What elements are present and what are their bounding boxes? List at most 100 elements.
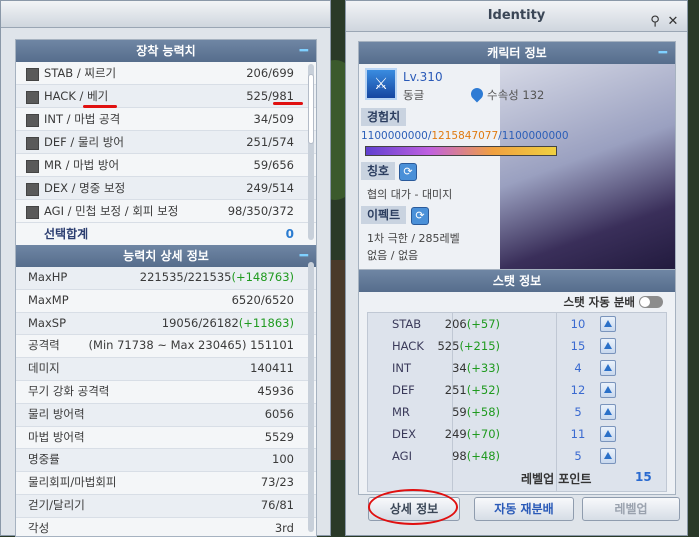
stat-row-def: DEF 251(+52) 12 bbox=[368, 379, 668, 401]
equip-stat-row: HACK / 베기 525/981 bbox=[16, 85, 316, 108]
stat-info-header: 스탯 정보 bbox=[359, 270, 675, 292]
selected-sum-value: 0 bbox=[285, 227, 294, 241]
stat-row-agi: AGI 98(+48) 5 bbox=[368, 445, 668, 467]
effect-change-button[interactable]: ⟳ bbox=[411, 207, 429, 225]
detail-stat-row: 명중률 100 bbox=[16, 449, 316, 473]
stat-checkbox[interactable] bbox=[26, 91, 39, 104]
stat-value: 59/656 bbox=[253, 158, 294, 172]
stat-row-hack: HACK 525(+215) 15 bbox=[368, 335, 668, 357]
stat-table: STAB 206(+57) 10 HACK 525(+215) 15 INT 3… bbox=[367, 312, 667, 492]
stat-checkbox[interactable] bbox=[26, 183, 39, 196]
collapse-icon[interactable]: ━ bbox=[659, 42, 667, 64]
stat-checkbox[interactable] bbox=[26, 114, 39, 127]
title-value: 협의 대가 - 대미지 bbox=[367, 188, 453, 201]
title-change-button[interactable]: ⟳ bbox=[399, 163, 417, 181]
character-level: Lv.310 bbox=[403, 70, 443, 84]
detail-stat-row: 데미지 140411 bbox=[16, 358, 316, 381]
equip-stat-row: DEF / 물리 방어 251/574 bbox=[16, 131, 316, 154]
stat-value: 251/574 bbox=[246, 135, 294, 149]
stat-increase-button[interactable] bbox=[600, 338, 616, 354]
stat-checkbox[interactable] bbox=[26, 160, 39, 173]
equip-scrollbar[interactable] bbox=[308, 64, 314, 240]
detail-stat-name: MaxHP bbox=[28, 270, 68, 284]
stat-name: DEX / 명중 보정 bbox=[44, 181, 126, 195]
toggle-switch[interactable] bbox=[639, 296, 663, 308]
stat-name: STAB / 찌르기 bbox=[44, 66, 117, 80]
detail-stat-row: MaxHP 221535/221535(+148763) bbox=[16, 267, 316, 290]
left-window-titlebar[interactable] bbox=[1, 1, 330, 28]
detail-stat-value: 45936 bbox=[257, 383, 294, 398]
stat-name: AGI / 민첩 보정 / 회피 보정 bbox=[44, 204, 179, 218]
detail-scrollbar[interactable] bbox=[308, 262, 314, 532]
stat-increase-button[interactable] bbox=[600, 360, 616, 376]
detail-stat-row: 걷기/달리기 76/81 bbox=[16, 494, 316, 518]
levelup-points: 레벨업 포인트 15 bbox=[521, 470, 652, 486]
detail-stat-value: 6056 bbox=[264, 406, 294, 421]
effect-label: 이펙트 bbox=[361, 206, 407, 224]
detail-stat-bonus: (+11863) bbox=[238, 315, 294, 330]
stat-increase-button[interactable] bbox=[600, 448, 616, 464]
detail-stat-name: 공격력 bbox=[28, 338, 60, 353]
auto-redistribute-button[interactable]: 자동 재분배 bbox=[474, 497, 574, 521]
stat-increase-button[interactable] bbox=[600, 426, 616, 442]
detail-stat-value: 100 bbox=[272, 452, 294, 467]
character-element: 수속성 132 bbox=[468, 85, 544, 103]
character-info-title: 캐릭터 정보 bbox=[487, 46, 547, 60]
exp-values: 1100000000/1215847077/1100000000 bbox=[361, 130, 569, 142]
stat-increase-button[interactable] bbox=[600, 404, 616, 420]
detail-stat-name: 무기 강화 공격력 bbox=[28, 383, 110, 398]
detail-stat-row: MaxMP 6520/6520 bbox=[16, 290, 316, 313]
detail-stat-name: 명중률 bbox=[28, 452, 60, 467]
stat-value: 34/509 bbox=[253, 112, 294, 126]
detail-stat-value: 221535/221535 bbox=[139, 270, 232, 284]
selected-sum-label: 선택합계 bbox=[44, 227, 89, 241]
detail-stats-title: 능력치 상세 정보 bbox=[123, 249, 209, 263]
stat-increase-button[interactable] bbox=[600, 382, 616, 398]
stat-checkbox[interactable] bbox=[26, 137, 39, 150]
water-drop-icon bbox=[468, 85, 486, 103]
detail-stat-row: 공격력 (Min 71738 ~ Max 230465) 151101 bbox=[16, 335, 316, 359]
detail-stat-name: MaxSP bbox=[28, 315, 67, 330]
stat-row-dex: DEX 249(+70) 11 bbox=[368, 423, 668, 445]
detail-stat-value: 3rd bbox=[274, 520, 294, 535]
job-class-icon: ⚔ bbox=[365, 68, 397, 100]
detail-stat-row: 각성 3rd bbox=[16, 518, 316, 536]
stat-row-stab: STAB 206(+57) 10 bbox=[368, 313, 668, 335]
stat-increase-button[interactable] bbox=[600, 316, 616, 332]
detail-stat-value: 76/81 bbox=[260, 497, 294, 512]
auto-distribute-toggle[interactable]: 스탯 자동 분배 bbox=[564, 294, 663, 310]
title-label: 칭호 bbox=[361, 162, 396, 180]
stats-detail-window: 장착 능력치 ━ STAB / 찌르기 206/699 HACK / 베기 52… bbox=[0, 0, 331, 537]
equip-stat-row: AGI / 민첩 보정 / 회피 보정 98/350/372 bbox=[16, 200, 316, 223]
scrollbar-thumb[interactable] bbox=[308, 74, 314, 144]
levelup-points-value: 15 bbox=[635, 470, 652, 484]
equip-stats-header: 장착 능력치 ━ bbox=[16, 40, 316, 62]
collapse-icon[interactable]: ━ bbox=[300, 245, 308, 267]
detail-stat-name: 각성 bbox=[28, 520, 50, 535]
detail-stats-list: MaxHP 221535/221535(+148763) MaxMP 6520/… bbox=[16, 267, 316, 536]
detail-stat-name: 걷기/달리기 bbox=[28, 497, 85, 512]
detail-stat-value: 140411 bbox=[250, 361, 294, 376]
detail-stat-value: (Min 71738 ~ Max 230465) 151101 bbox=[88, 338, 294, 353]
equip-stats-title: 장착 능력치 bbox=[136, 44, 196, 58]
detail-stat-row: 마법 방어력 5529 bbox=[16, 427, 316, 450]
annotation-underline bbox=[83, 105, 117, 108]
stat-info-title: 스탯 정보 bbox=[492, 274, 542, 288]
levelup-button[interactable]: 레벨업 bbox=[582, 497, 680, 521]
stat-value: 98/350/372 bbox=[227, 204, 294, 218]
search-icon[interactable]: ⚲ bbox=[647, 14, 663, 30]
detail-stat-name: 마법 방어력 bbox=[28, 429, 85, 444]
collapse-icon[interactable]: ━ bbox=[300, 40, 308, 62]
close-icon[interactable]: ✕ bbox=[665, 14, 681, 30]
detail-stat-name: 물리회피/마법회피 bbox=[28, 475, 117, 490]
character-info-header: 캐릭터 정보 ━ bbox=[359, 42, 675, 64]
detail-stat-value: 19056/26182 bbox=[161, 315, 239, 330]
character-info-panel: 캐릭터 정보 ━ ⚔ Lv.310 동글 수속성 132 경험치 1100000… bbox=[358, 41, 676, 273]
character-guild: 동글 bbox=[403, 88, 425, 102]
equip-stats-list: STAB / 찌르기 206/699 HACK / 베기 525/981 INT… bbox=[16, 62, 316, 223]
identity-titlebar[interactable]: Identity ⚲ ✕ bbox=[346, 1, 687, 32]
stat-checkbox[interactable] bbox=[26, 206, 39, 219]
stat-checkbox[interactable] bbox=[26, 68, 39, 81]
selected-sum-row: 선택합계 0 bbox=[16, 223, 316, 245]
stat-row-int: INT 34(+33) 4 bbox=[368, 357, 668, 379]
